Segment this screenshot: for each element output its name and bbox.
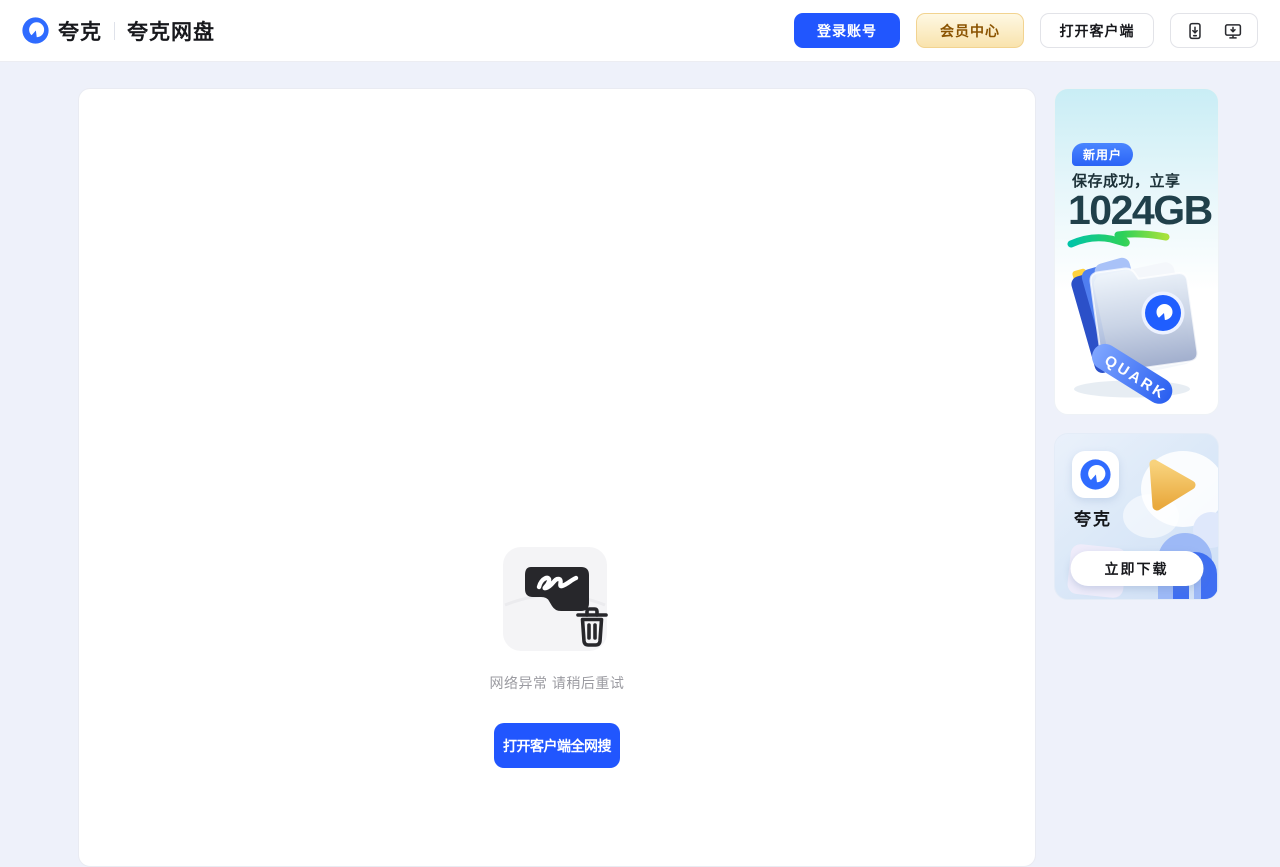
member-center-button[interactable]: 会员中心 xyxy=(916,13,1024,48)
download-now-button[interactable]: 立即下载 xyxy=(1070,551,1203,586)
green-swoosh-underline xyxy=(1067,230,1171,250)
quark-logo-icon xyxy=(1080,459,1111,490)
monitor-download-icon xyxy=(1224,22,1242,40)
download-apps-button[interactable] xyxy=(1170,13,1258,48)
main-area: 网络异常 请稍后重试 打开客户端全网搜 新用户 保存成功，立享 1024GB xyxy=(0,62,1280,853)
login-button[interactable]: 登录账号 xyxy=(794,13,900,48)
phone-download-icon xyxy=(1186,22,1204,40)
error-message: 网络异常 请稍后重试 xyxy=(490,673,625,693)
app-name: 夸克 xyxy=(1074,505,1112,530)
error-state: 网络异常 请稍后重试 打开客户端全网搜 xyxy=(79,545,1035,768)
header-actions: 登录账号 会员中心 打开客户端 xyxy=(794,13,1258,48)
open-client-search-button[interactable]: 打开客户端全网搜 xyxy=(494,723,620,768)
quark-app-icon xyxy=(1072,451,1119,498)
brand-name: 夸克 xyxy=(58,16,102,46)
promo-sidebar: 新用户 保存成功，立享 1024GB xyxy=(1054,88,1219,600)
brand-divider xyxy=(114,22,115,40)
brand[interactable]: 夸克 夸克网盘 xyxy=(22,16,215,46)
network-error-icon xyxy=(501,545,613,655)
quark-logo-icon xyxy=(22,17,49,44)
content-panel: 网络异常 请稍后重试 打开客户端全网搜 xyxy=(78,88,1036,867)
quark-folder-illustration: QUARK xyxy=(1062,254,1212,404)
storage-promo-card[interactable]: 新用户 保存成功，立享 1024GB xyxy=(1054,88,1219,415)
top-header: 夸克 夸克网盘 登录账号 会员中心 打开客户端 xyxy=(0,0,1280,62)
new-user-badge: 新用户 xyxy=(1072,143,1133,166)
app-download-card[interactable]: 夸克 立即下载 xyxy=(1054,433,1219,600)
open-client-button[interactable]: 打开客户端 xyxy=(1040,13,1154,48)
brand-product-name: 夸克网盘 xyxy=(127,16,215,46)
storage-amount: 1024GB xyxy=(1068,187,1212,234)
